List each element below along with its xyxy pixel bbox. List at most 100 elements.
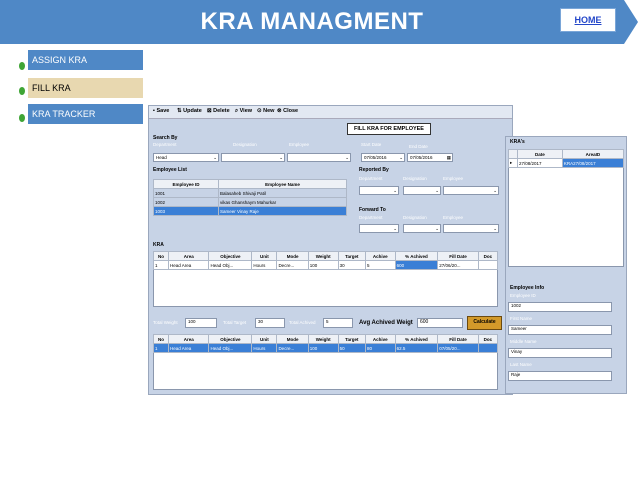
mode-cell[interactable]: Decre... bbox=[276, 260, 309, 270]
delete-button[interactable]: ⊠ Delete bbox=[207, 108, 230, 114]
toolbar: ▪ Save ⇅ Update ⊠ Delete ⌕ View ⊙ New ⊗ … bbox=[149, 106, 512, 119]
menu-item-kra-tracker[interactable]: KRA TRACKER bbox=[28, 104, 143, 124]
chevron-down-icon: ⌄ bbox=[493, 226, 497, 231]
employee-name-cell: Sameer Vinay Raje bbox=[218, 206, 347, 216]
chevron-down-icon: ⌄ bbox=[493, 188, 497, 193]
forward-to-label: Forward To bbox=[359, 207, 386, 213]
area-cell[interactable]: Head Area bbox=[167, 260, 210, 270]
update-button[interactable]: ⇅ Update bbox=[177, 108, 202, 114]
designation-label: Designation bbox=[403, 215, 427, 220]
weight-cell[interactable]: 100 bbox=[307, 343, 339, 353]
last-name-field[interactable]: Raje bbox=[508, 371, 612, 381]
reported-department-dropdown[interactable]: ⌄ bbox=[359, 186, 399, 195]
table-row-selected[interactable]: 1003 Sameer Vinay Raje bbox=[152, 206, 347, 216]
employee-dropdown[interactable]: ⌄ bbox=[287, 153, 351, 162]
mode-cell[interactable]: Decre... bbox=[276, 343, 309, 353]
date-column: Date bbox=[517, 149, 563, 159]
objective-column: Objective bbox=[208, 334, 253, 344]
start-date-picker[interactable]: 07/05/2016 ⌄ bbox=[361, 153, 405, 162]
kras-table: Date AreaID ▸ 27/08/2017 KRA27/08/2017 bbox=[508, 149, 625, 168]
percent-achived-cell: 62.5 bbox=[394, 343, 439, 353]
objective-cell[interactable]: Head Obj... bbox=[208, 260, 253, 270]
fill-date-column: Fill Date bbox=[437, 251, 479, 261]
new-button[interactable]: ⊙ New bbox=[257, 108, 274, 114]
chevron-down-icon: ⌄ bbox=[399, 155, 403, 160]
target-column: Target bbox=[337, 251, 366, 261]
department-label: Department bbox=[359, 176, 383, 181]
total-weight-label: Total Weight bbox=[153, 320, 178, 325]
achive-cell[interactable]: 80 bbox=[364, 343, 396, 353]
update-label: Update bbox=[183, 108, 202, 114]
middle-name-field[interactable]: Vinay bbox=[508, 348, 612, 358]
percent-achived-column: % Achived bbox=[394, 251, 439, 261]
objective-cell[interactable]: Head Obj... bbox=[208, 343, 253, 353]
reported-designation-dropdown[interactable]: ⌄ bbox=[403, 186, 441, 195]
start-date-label: Start Date bbox=[361, 142, 382, 147]
employee-id-cell: 1003 bbox=[152, 206, 220, 216]
view-label: View bbox=[239, 108, 253, 114]
department-dropdown[interactable]: Head ⌄ bbox=[153, 153, 219, 162]
fill-date-cell[interactable]: 07/05/20... bbox=[437, 343, 479, 353]
employee-id-field[interactable]: 1002 bbox=[508, 302, 612, 312]
menu-item-assign-kra[interactable]: ASSIGN KRA bbox=[28, 50, 143, 70]
designation-dropdown[interactable]: ⌄ bbox=[221, 153, 285, 162]
kras-header-row: Date AreaID bbox=[508, 149, 625, 159]
banner-arrow bbox=[624, 0, 638, 44]
target-cell[interactable]: 50 bbox=[337, 343, 366, 353]
fill-date-cell[interactable]: 27/06/20... bbox=[437, 260, 479, 270]
first-name-field[interactable]: Sameer bbox=[508, 325, 612, 335]
forward-department-dropdown[interactable]: ⌄ bbox=[359, 224, 399, 233]
right-panel: KRA's Date AreaID ▸ 27/08/2017 KRA27/08/201… bbox=[505, 136, 627, 394]
last-name-label: Last Name bbox=[510, 362, 532, 367]
table-row[interactable]: 1 Head Area Head Obj... Hours Decre... 1… bbox=[153, 260, 499, 270]
end-date-value: 07/05/2016 bbox=[410, 155, 433, 160]
table-row[interactable]: 1002 vikas Ghanshaym Mahurkar bbox=[152, 197, 347, 207]
avg-achived-field[interactable]: 600 bbox=[417, 318, 463, 328]
total-achived-field[interactable]: 5 bbox=[323, 318, 353, 328]
table-row-selected[interactable]: 1 Head Area Head Obj... Hours Decre... 1… bbox=[153, 343, 499, 353]
kras-label: KRA's bbox=[510, 139, 525, 145]
department-label: Department bbox=[359, 215, 383, 220]
end-date-picker[interactable]: 07/05/2016 ▦ bbox=[407, 153, 453, 162]
home-button[interactable]: HOME bbox=[560, 8, 616, 32]
designation-label: Designation bbox=[403, 176, 427, 181]
forward-employee-dropdown[interactable]: ⌄ bbox=[443, 224, 499, 233]
doc-cell[interactable] bbox=[477, 343, 499, 353]
close-button[interactable]: ⊗ Close bbox=[277, 108, 298, 114]
table-row[interactable]: 1001 Balasaheb Shivaji Patil bbox=[152, 188, 347, 198]
row-header bbox=[508, 149, 518, 159]
menu-item-fill-kra[interactable]: FILL KRA bbox=[28, 78, 143, 98]
unit-cell[interactable]: Hours bbox=[251, 343, 278, 353]
employee-name-column: Employee Name bbox=[218, 179, 347, 189]
unit-cell[interactable]: Hours bbox=[251, 260, 278, 270]
search-by-label: Search By bbox=[153, 135, 178, 141]
employee-list-header: Employee ID Employee Name bbox=[152, 179, 347, 189]
objective-column: Objective bbox=[208, 251, 253, 261]
forward-designation-dropdown[interactable]: ⌄ bbox=[403, 224, 441, 233]
reported-by-label: Reported By bbox=[359, 167, 389, 173]
doc-cell[interactable] bbox=[477, 260, 499, 270]
target-column: Target bbox=[337, 334, 366, 344]
target-cell[interactable]: 30 bbox=[337, 260, 366, 270]
view-button[interactable]: ⌕ View bbox=[235, 108, 252, 115]
form-title: FILL KRA FOR EMPLOYEE bbox=[347, 123, 431, 135]
calendar-icon: ▦ bbox=[446, 155, 451, 160]
area-cell[interactable]: Head Area bbox=[167, 343, 210, 353]
table-row[interactable]: ▸ 27/08/2017 KRA27/08/2017 bbox=[508, 158, 625, 168]
calculate-button[interactable]: Calculate bbox=[467, 316, 502, 330]
page-title: KRA MANAGMENT bbox=[200, 8, 424, 35]
achive-column: Achive bbox=[364, 334, 396, 344]
total-target-field[interactable]: 30 bbox=[255, 318, 285, 328]
kra-table: No Area Objective Unit Mode Weight Targe… bbox=[153, 251, 499, 270]
total-weight-field[interactable]: 100 bbox=[185, 318, 217, 328]
weight-cell[interactable]: 100 bbox=[307, 260, 339, 270]
first-name-label: First Name bbox=[510, 316, 533, 321]
reported-employee-dropdown[interactable]: ⌄ bbox=[443, 186, 499, 195]
achive-cell[interactable]: 5 bbox=[364, 260, 396, 270]
no-column: No bbox=[153, 251, 169, 261]
unit-column: Unit bbox=[251, 251, 278, 261]
area-id-cell: KRA27/08/2017 bbox=[561, 158, 625, 168]
total-achived-label: Total Achived bbox=[289, 320, 316, 325]
save-button[interactable]: ▪ Save bbox=[153, 108, 169, 114]
chevron-down-icon: ⌄ bbox=[435, 188, 439, 193]
